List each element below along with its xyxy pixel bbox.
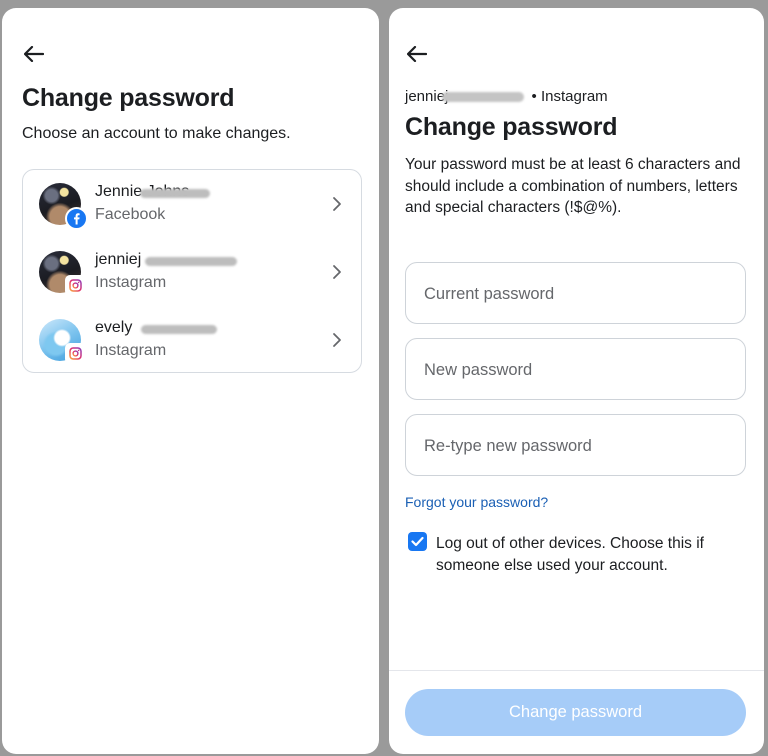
change-password-panel: jenniej • Instagram Change password Your…: [389, 8, 764, 754]
new-password-input[interactable]: [422, 339, 726, 401]
checkmark-icon: [411, 536, 424, 547]
account-indicator: jenniej • Instagram: [405, 88, 608, 105]
password-requirements: Your password must be at least 6 charact…: [405, 156, 741, 216]
chevron-right-icon: [333, 197, 341, 211]
redaction-mask: [145, 257, 237, 266]
account-select-panel: Change password Choose an account to mak…: [2, 8, 379, 754]
forgot-password-link[interactable]: Forgot your password?: [405, 494, 548, 510]
retype-password-field[interactable]: [405, 414, 746, 477]
account-list: Jennie Johns Facebook jenniej Instagram …: [22, 169, 362, 373]
back-arrow-icon[interactable]: [22, 44, 46, 64]
page-subtitle: Choose an account to make changes.: [22, 125, 291, 142]
account-name: jenniej: [95, 251, 142, 268]
retype-password-input[interactable]: [422, 415, 726, 477]
current-password-input[interactable]: [422, 263, 726, 325]
facebook-icon: [65, 207, 88, 230]
account-name: evely: [95, 319, 133, 336]
account-platform: • Instagram: [531, 88, 608, 105]
account-row-facebook[interactable]: Jennie Johns Facebook: [23, 170, 361, 238]
page-title: Change password: [405, 113, 618, 141]
instagram-icon: [65, 343, 86, 364]
account-platform: Instagram: [95, 274, 167, 291]
change-password-button[interactable]: Change password: [405, 689, 746, 736]
footer-divider: [389, 670, 764, 671]
redaction-mask: [141, 325, 217, 334]
logout-devices-label: Log out of other devices. Choose this if…: [436, 535, 704, 574]
new-password-field[interactable]: [405, 338, 746, 401]
page-title: Change password: [22, 84, 235, 112]
account-row-instagram-1[interactable]: jenniej Instagram: [23, 238, 361, 306]
redaction-mask: [140, 189, 210, 198]
account-platform: Facebook: [95, 206, 166, 223]
back-arrow-icon[interactable]: [405, 44, 429, 64]
logout-devices-checkbox[interactable]: [408, 532, 427, 551]
instagram-icon: [65, 275, 86, 296]
redaction-mask: [442, 92, 525, 103]
current-password-field[interactable]: [405, 262, 746, 325]
chevron-right-icon: [333, 265, 341, 279]
account-row-instagram-2[interactable]: evely Instagram: [23, 306, 361, 374]
chevron-right-icon: [333, 333, 341, 347]
account-platform: Instagram: [95, 342, 167, 359]
